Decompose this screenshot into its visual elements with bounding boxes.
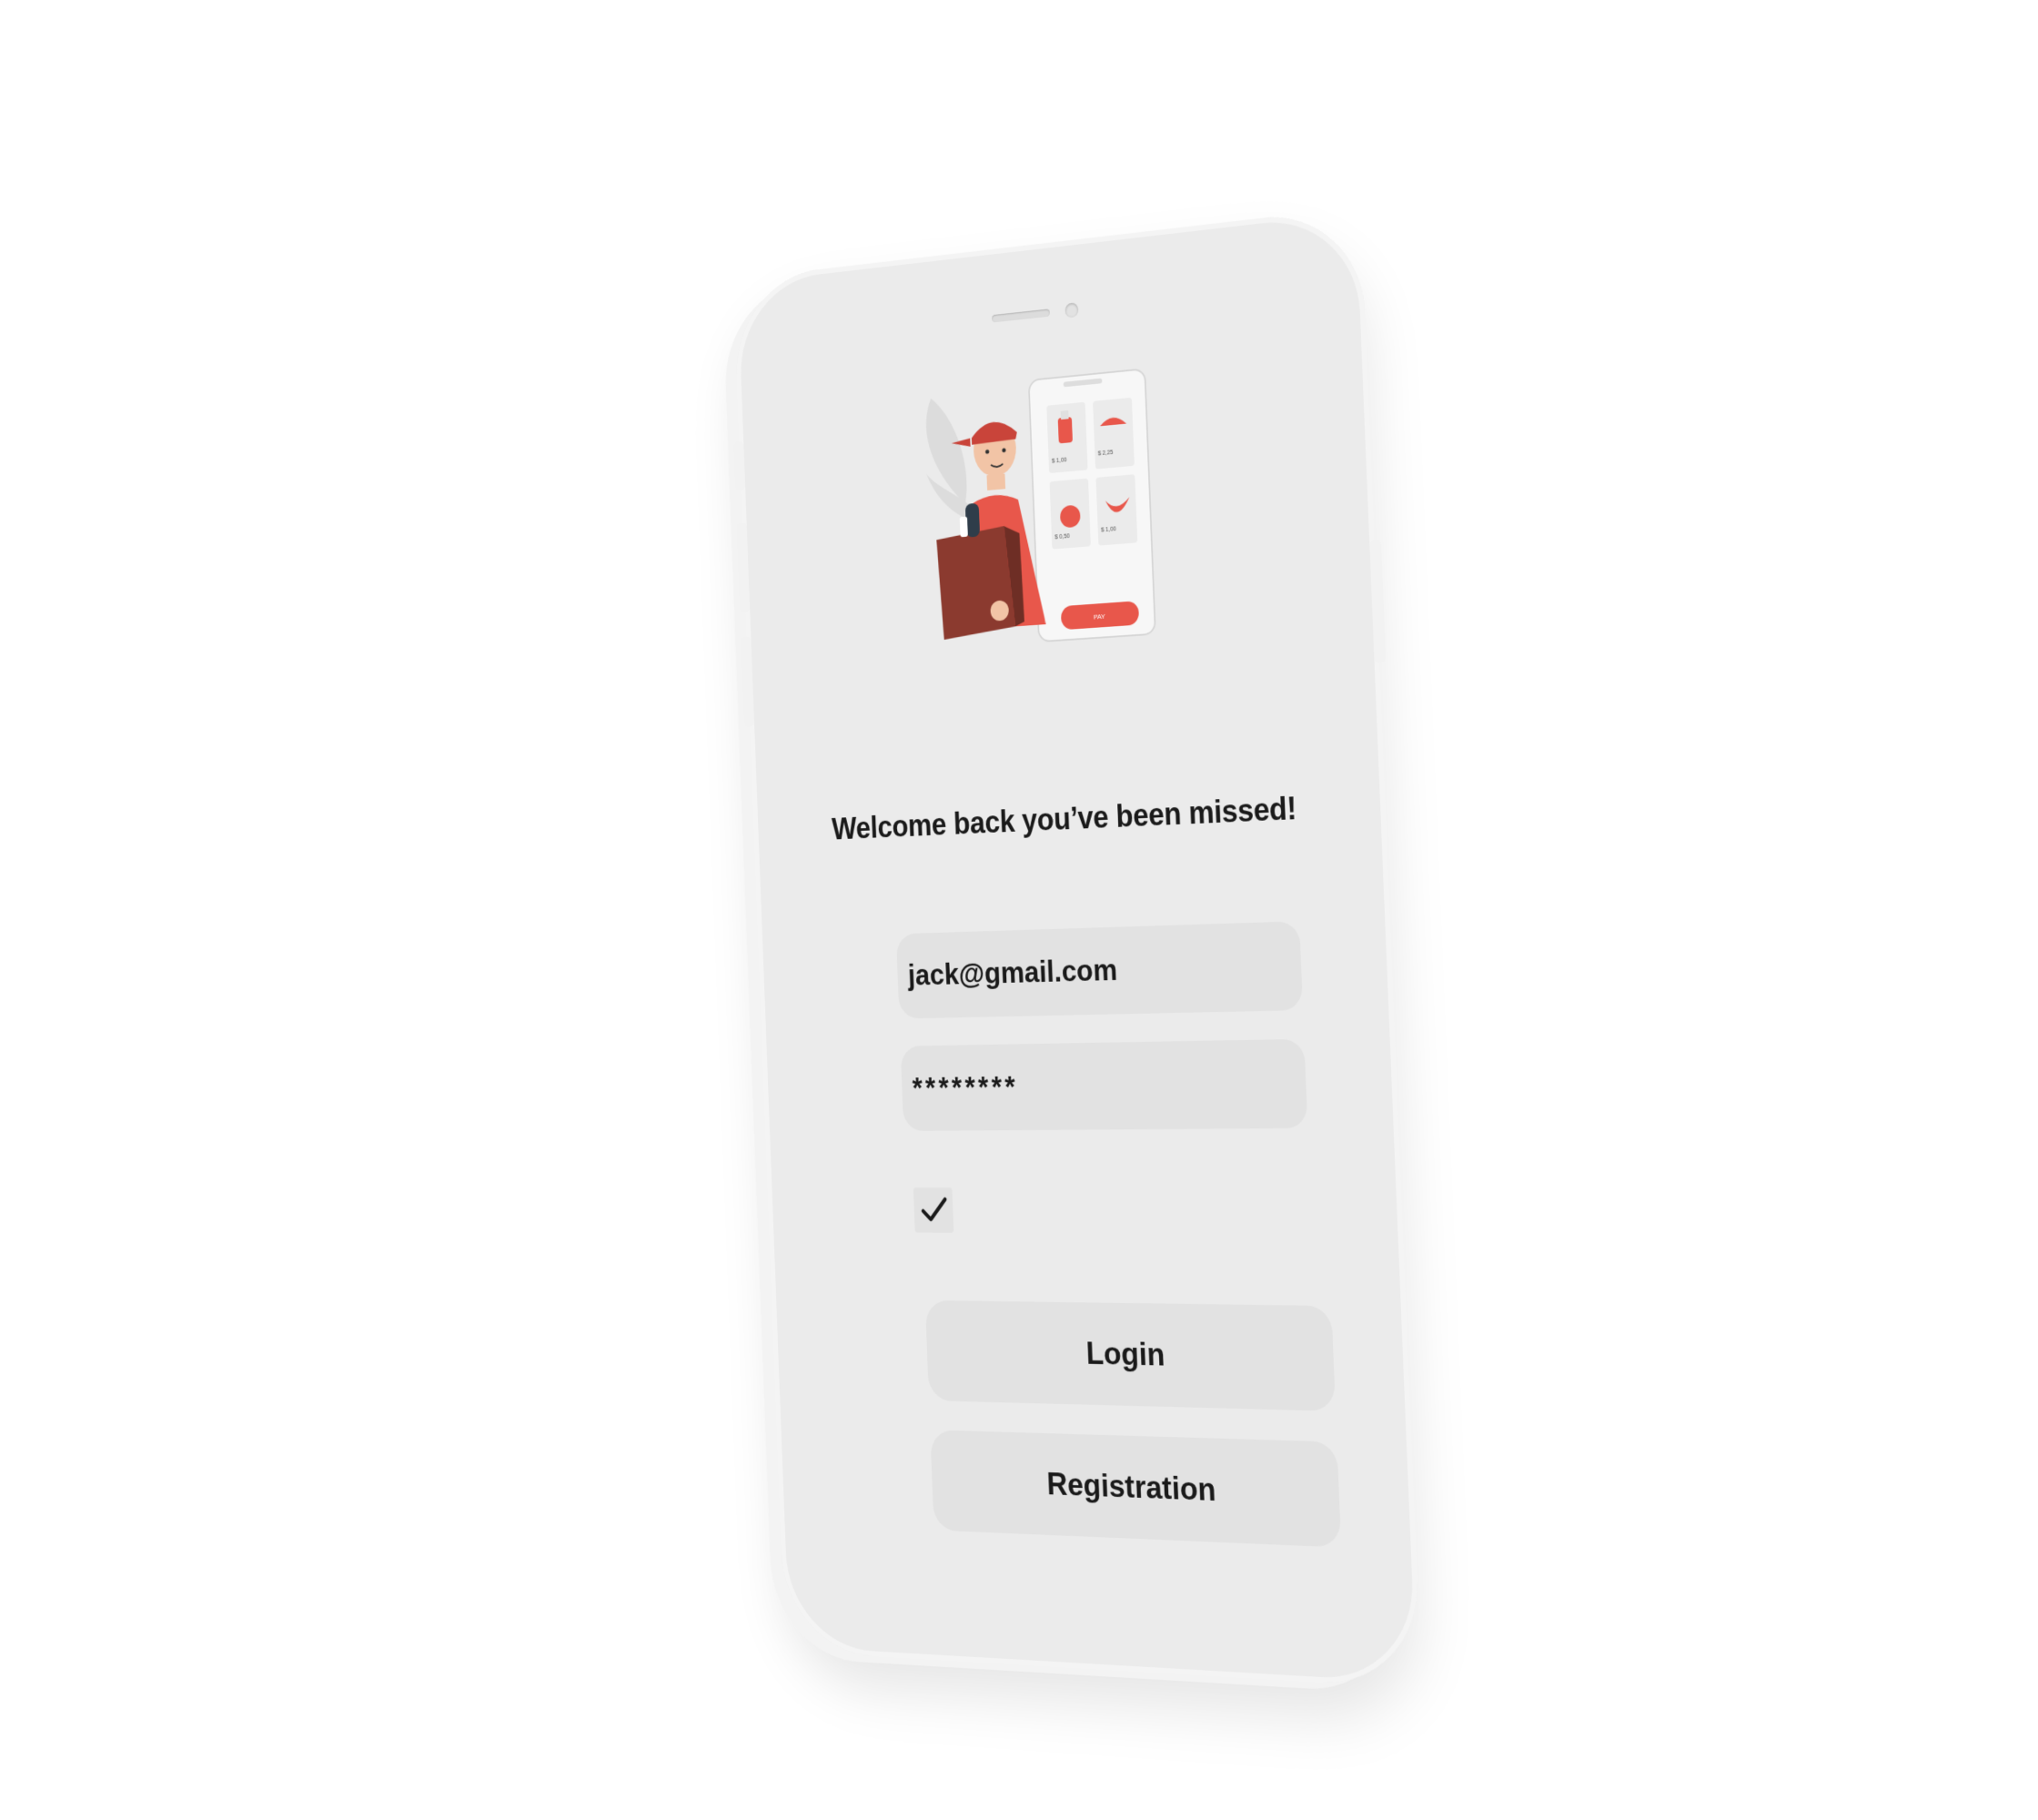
phone-power-button <box>1369 539 1387 663</box>
price-label-2: $ 2,25 <box>1098 450 1114 458</box>
phone-in-illustration: $ 1,00 $ 2,25 $ 0,50 $ 1,00 PAY <box>1029 369 1155 642</box>
email-field[interactable]: jack@gmail.com <box>895 921 1304 1019</box>
welcome-heading: Welcome back you’ve been missed! <box>831 790 1297 846</box>
pay-button-label: PAY <box>1094 612 1105 622</box>
registration-button[interactable]: Registration <box>930 1430 1342 1548</box>
front-camera <box>1064 302 1079 318</box>
phone-frame: $ 1,00 $ 2,25 $ 0,50 $ 1,00 PAY Welcome … <box>732 207 1422 1689</box>
password-field[interactable]: ******** <box>900 1038 1308 1131</box>
price-label-1: $ 1,00 <box>1052 457 1067 464</box>
earpiece-speaker <box>992 308 1051 323</box>
delivery-illustration: $ 1,00 $ 2,25 $ 0,50 $ 1,00 PAY <box>924 357 1187 665</box>
phone-volume-up-button <box>736 522 751 613</box>
phone-volume-down-button <box>741 636 755 727</box>
phone-side-button <box>733 440 746 491</box>
mockup-scene: $ 1,00 $ 2,25 $ 0,50 $ 1,00 PAY Welcome … <box>0 0 2038 1820</box>
price-label-4: $ 1,00 <box>1101 526 1116 533</box>
login-button[interactable]: Login <box>924 1299 1337 1411</box>
checkmark-icon <box>913 1188 954 1233</box>
remember-checkbox[interactable] <box>913 1188 954 1233</box>
price-label-3: $ 0,50 <box>1054 533 1070 541</box>
